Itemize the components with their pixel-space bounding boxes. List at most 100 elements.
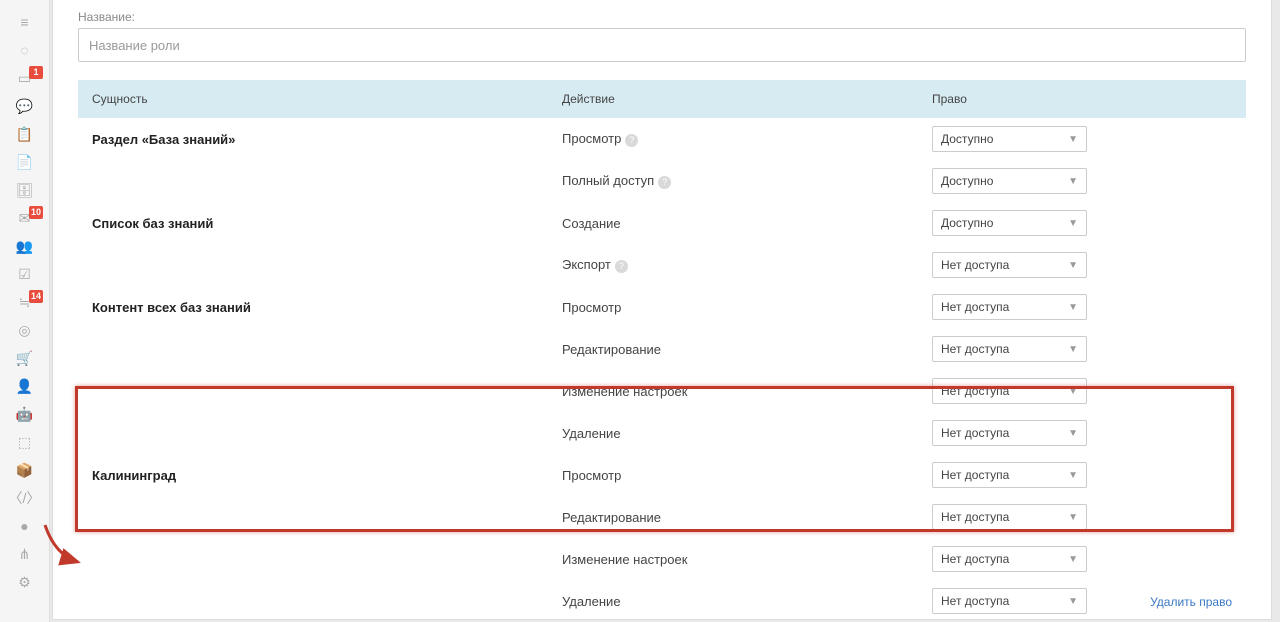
code-icon: 〈/〉: [9, 488, 41, 508]
sidebar-item-contact[interactable]: 👤: [0, 372, 49, 400]
action-cell: Полный доступ?: [548, 160, 918, 202]
entity-cell: [78, 370, 548, 412]
table-row: РедактированиеНет доступа▼: [78, 328, 1246, 370]
table-row: Список баз знанийСоздание Доступно ▼: [78, 202, 1246, 244]
select-value: Нет доступа: [941, 342, 1009, 356]
sidebar-item-dot[interactable]: ●: [0, 512, 49, 540]
gear-icon: ⚙: [18, 574, 31, 591]
chevron-down-icon: ▼: [1068, 218, 1078, 229]
table-row: Изменение настроек Нет доступа▼: [78, 370, 1246, 412]
chevron-down-icon: ▼: [1068, 344, 1078, 355]
select-value: Нет доступа: [941, 426, 1009, 440]
action-cell: Удаление: [548, 580, 918, 620]
right-cell: Нет доступа▼: [918, 496, 1101, 538]
package-icon: 📦: [16, 462, 33, 479]
remove-right-link[interactable]: Удалить право: [1150, 595, 1232, 609]
right-select[interactable]: Нет доступа▼: [932, 294, 1087, 320]
right-cell: Доступно▼: [918, 160, 1101, 202]
select-value: Нет доступа: [941, 594, 1009, 608]
select-value: Нет доступа: [941, 384, 1009, 398]
table-row: Удаление Нет доступа▼: [78, 412, 1246, 454]
sidebar-item-mail[interactable]: ✉10: [0, 204, 49, 232]
right-cell: Нет доступа ▼: [918, 328, 1101, 370]
entity-cell: [78, 496, 548, 538]
right-select[interactable]: Нет доступа▼: [932, 420, 1087, 446]
entity-cell: [78, 538, 548, 580]
target-icon: ◎: [18, 322, 30, 339]
sidebar-item-package[interactable]: 📦: [0, 456, 49, 484]
sidebar-item-placeholder1[interactable]: ⬚: [0, 428, 49, 456]
right-select[interactable]: Нет доступа▼: [932, 546, 1087, 572]
help-icon[interactable]: ?: [615, 260, 628, 273]
check-icon: ☑: [18, 266, 31, 283]
right-select[interactable]: Нет доступа▼: [932, 252, 1087, 278]
entity-cell: [78, 160, 548, 202]
sidebar: ≡ ◌ ▭1💬📋 📄 🗄✉10👥 ☑ ≒14 ◎ 🛒 👤 🤖 ⬚ 📦 〈/〉 ● ⋔ ⚙: [0, 0, 50, 622]
action-cell: Создание: [548, 202, 918, 244]
chevron-down-icon: ▼: [1068, 596, 1078, 607]
table-row: Контент всех баз знанийПросмотр Нет досту…: [78, 286, 1246, 328]
action-cell: Изменение настроек: [548, 370, 918, 412]
entity-cell: [78, 328, 548, 370]
action-cell: Редактирование: [548, 496, 918, 538]
table-row: Удаление Нет доступа ▼ Удалить право: [78, 580, 1246, 620]
right-select[interactable]: Доступно ▼: [932, 210, 1087, 236]
help-icon[interactable]: ?: [625, 134, 638, 147]
sidebar-item-target[interactable]: ◎: [0, 316, 49, 344]
sidebar-item-chat[interactable]: 💬: [0, 92, 49, 120]
sidebar-item-users[interactable]: 👥: [0, 232, 49, 260]
table-row: Редактирование Нет доступа▼: [78, 496, 1246, 538]
tree-icon: ⋔: [19, 546, 31, 563]
dot-icon: ●: [20, 518, 28, 534]
right-cell: Нет доступа ▼: [918, 580, 1101, 620]
sidebar-item-gear[interactable]: ⚙: [0, 568, 49, 596]
table-row: Изменение настроекНет доступа▼: [78, 538, 1246, 580]
placeholder1-icon: ⬚: [18, 434, 31, 451]
entity-cell: [78, 244, 548, 286]
table-row: КалининградПросмотрНет доступа▼: [78, 454, 1246, 496]
right-cell: Нет доступа▼: [918, 244, 1101, 286]
chevron-down-icon: ▼: [1068, 470, 1078, 481]
contact-icon: 👤: [16, 378, 33, 395]
role-name-input[interactable]: [78, 28, 1246, 62]
sidebar-item-check[interactable]: ☑: [0, 260, 49, 288]
sidebar-item-cart[interactable]: 🛒: [0, 344, 49, 372]
entity-cell: Раздел «База знаний»: [78, 118, 548, 160]
sidebar-item-loader[interactable]: ◌: [0, 36, 49, 64]
table-row: Полный доступ? Доступно▼: [78, 160, 1246, 202]
main-panel: Название: Сущность Действие Право Раздел…: [52, 0, 1272, 620]
sidebar-item-tree[interactable]: ⋔: [0, 540, 49, 568]
table-row: Экспорт?Нет доступа▼: [78, 244, 1246, 286]
right-select[interactable]: Нет доступа▼: [932, 462, 1087, 488]
permissions-table: Сущность Действие Право Раздел «База зна…: [78, 80, 1246, 620]
loader-icon: ◌: [20, 42, 28, 58]
sidebar-badge: 14: [29, 290, 43, 303]
sidebar-item-bot[interactable]: 🤖: [0, 400, 49, 428]
right-select[interactable]: Доступно▼: [932, 126, 1087, 152]
sidebar-item-menu[interactable]: ≡: [0, 8, 49, 36]
right-select[interactable]: Доступно▼: [932, 168, 1087, 194]
right-cell: Доступно ▼: [918, 202, 1101, 244]
sidebar-item-doc[interactable]: 📄: [0, 148, 49, 176]
entity-cell: [78, 412, 548, 454]
entity-cell: Контент всех баз знаний: [78, 286, 548, 328]
sidebar-item-filter[interactable]: ≒14: [0, 288, 49, 316]
doc-icon: 📄: [16, 154, 33, 171]
right-select[interactable]: Нет доступа▼: [932, 504, 1087, 530]
action-cell: Просмотр: [548, 286, 918, 328]
right-select[interactable]: Нет доступа ▼: [932, 588, 1087, 614]
right-cell: Нет доступа▼: [918, 370, 1101, 412]
chevron-down-icon: ▼: [1068, 302, 1078, 313]
right-select[interactable]: Нет доступа▼: [932, 378, 1087, 404]
sidebar-item-windows[interactable]: ▭1: [0, 64, 49, 92]
cart-icon: 🛒: [16, 350, 33, 367]
action-cell: Удаление: [548, 412, 918, 454]
help-icon[interactable]: ?: [658, 176, 671, 189]
sidebar-item-archive[interactable]: 🗄: [0, 176, 49, 204]
sidebar-item-clipboard[interactable]: 📋: [0, 120, 49, 148]
sidebar-item-code[interactable]: 〈/〉: [0, 484, 49, 512]
header-entity: Сущность: [78, 80, 548, 118]
right-select[interactable]: Нет доступа ▼: [932, 336, 1087, 362]
entity-cell: Список баз знаний: [78, 202, 548, 244]
select-value: Доступно: [941, 216, 993, 230]
